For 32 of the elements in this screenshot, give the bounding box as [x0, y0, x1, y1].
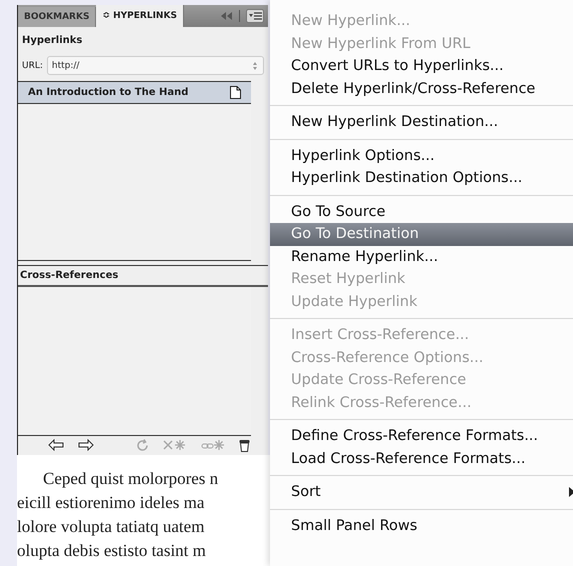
trash-icon[interactable]: [239, 438, 250, 452]
hyperlink-row[interactable]: An Introduction to The Hand: [18, 82, 251, 104]
chain-star-icon[interactable]: [201, 439, 225, 451]
body-text-line: Ceped quist molorpores n: [42, 468, 220, 490]
url-field[interactable]: http://: [46, 56, 264, 75]
left-arrow-icon[interactable]: [48, 439, 64, 451]
refresh-icon[interactable]: [136, 438, 149, 452]
panel-tab[interactable]: BOOKMARKS: [18, 7, 96, 27]
menu-item[interactable]: Go To Source: [270, 200, 573, 223]
body-text-line: eicill estiorenimo ideles ma: [17, 492, 206, 514]
menu-item[interactable]: Hyperlink Options...: [270, 144, 573, 167]
menu-item[interactable]: Rename Hyperlink...: [270, 246, 573, 268]
menu-item[interactable]: Define Cross-Reference Formats...: [270, 425, 573, 448]
menu-item[interactable]: Small Panel Rows: [270, 514, 573, 537]
right-arrow-icon[interactable]: [78, 439, 94, 451]
menu-icon[interactable]: [246, 9, 264, 23]
menu-item[interactable]: New Hyperlink Destination...: [270, 111, 573, 134]
document-icon: [230, 86, 241, 99]
menu-item[interactable]: Sort: [270, 481, 573, 504]
menu-item[interactable]: Convert URLs to Hyperlinks...: [270, 55, 573, 78]
menu-item[interactable]: Go To Destination: [270, 223, 573, 246]
body-text-line: olupta debis estisto tasint m: [17, 540, 207, 562]
section-title: Hyperlinks: [21, 34, 84, 46]
panel-tab[interactable]: ≎ HYPERLINKS: [96, 5, 184, 27]
url-label: URL:: [22, 60, 43, 70]
collapse-icon[interactable]: [221, 12, 233, 20]
menu-item[interactable]: Hyperlink Destination Options...: [270, 167, 573, 190]
link-star-icon[interactable]: [163, 439, 187, 451]
stepper-icon[interactable]: [251, 60, 259, 72]
body-text-line: lolore volupta tatiatq uatem: [17, 516, 206, 538]
menu-item[interactable]: Load Cross-Reference Formats...: [270, 448, 573, 470]
menu-item[interactable]: Delete Hyperlink/Cross-Reference: [270, 78, 573, 100]
